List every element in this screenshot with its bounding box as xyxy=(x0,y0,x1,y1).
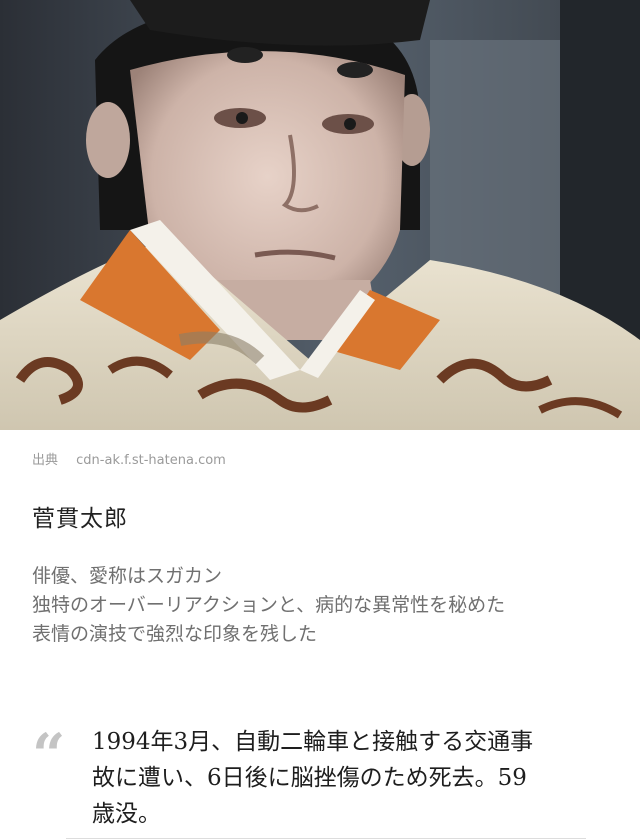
quote-text: 1994年3月、自動二輪車と接触する交通事 故に遭い、6日後に脳挫傷のため死去。… xyxy=(92,724,612,832)
quote-block: “ 1994年3月、自動二輪車と接触する交通事 故に遭い、6日後に脳挫傷のため死… xyxy=(32,724,622,840)
image-source: 出典 cdn-ak.f.st-hatena.com xyxy=(32,449,226,468)
divider xyxy=(66,838,586,839)
quote-line: 故に遭い、6日後に脳挫傷のため死去。59 xyxy=(92,765,527,791)
quote-line: 歳没。 xyxy=(92,801,161,827)
person-description: 俳優、愛称はスガカン 独特のオーバーリアクションと、病的な異常性を秘めた 表情の… xyxy=(32,562,622,649)
description-line: 俳優、愛称はスガカン xyxy=(32,565,223,587)
quote-mark-icon: “ xyxy=(32,724,66,789)
quote-line: 1994年3月、自動二輪車と接触する交通事 xyxy=(92,729,534,755)
person-name: 菅貫太郎 xyxy=(32,506,128,532)
description-line: 表情の演技で強烈な印象を残した xyxy=(32,623,318,645)
portrait-illustration xyxy=(0,0,640,430)
source-link[interactable]: cdn-ak.f.st-hatena.com xyxy=(76,453,226,468)
article-card: 出典 cdn-ak.f.st-hatena.com 菅貫太郎 俳優、愛称はスガカ… xyxy=(0,0,640,840)
source-label: 出典 xyxy=(32,453,59,468)
portrait-photo[interactable] xyxy=(0,0,640,430)
description-line: 独特のオーバーリアクションと、病的な異常性を秘めた xyxy=(32,594,506,616)
